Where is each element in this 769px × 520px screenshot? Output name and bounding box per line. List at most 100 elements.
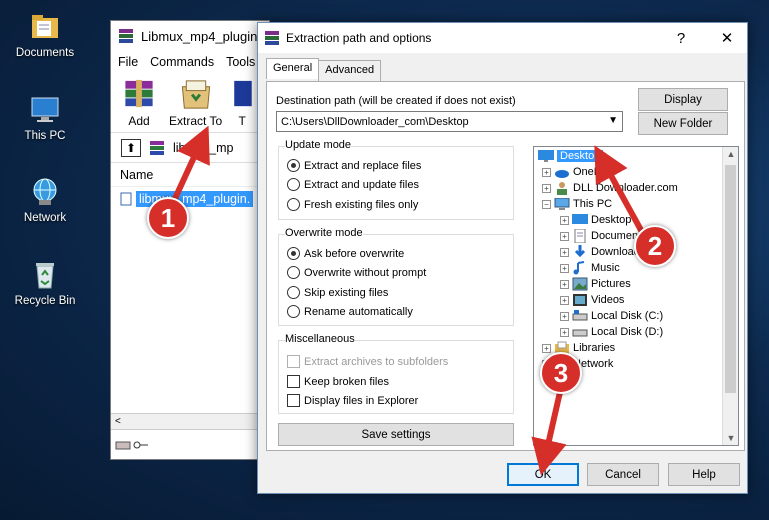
close-button[interactable]: ✕ xyxy=(707,29,747,47)
tree-item-local-disk-d[interactable]: + Local Disk (D:) xyxy=(560,324,663,340)
scroll-up-icon[interactable]: ▲ xyxy=(723,149,738,159)
tree-vertical-scrollbar[interactable]: ▲ ▼ xyxy=(722,147,738,445)
winrar-icon xyxy=(119,29,133,43)
documents-icon xyxy=(574,229,586,243)
network-icon xyxy=(33,178,57,205)
scroll-down-icon[interactable]: ▼ xyxy=(723,433,738,443)
help-question-button[interactable]: ? xyxy=(661,30,701,47)
radio-fresh-existing[interactable]: Fresh existing files only xyxy=(287,198,418,211)
expand-icon[interactable]: + xyxy=(542,183,551,193)
videos-icon xyxy=(573,294,587,306)
tree-item-onedrive[interactable]: + OneD xyxy=(542,164,602,180)
cancel-button[interactable]: Cancel xyxy=(587,463,659,486)
column-header-name[interactable]: Name xyxy=(111,163,269,187)
desktop-icon xyxy=(538,150,554,162)
help-button[interactable]: Help xyxy=(668,463,740,486)
display-button[interactable]: Display xyxy=(638,88,728,111)
update-mode-title: Update mode xyxy=(285,139,352,151)
expand-icon[interactable]: + xyxy=(542,343,551,353)
destination-label: Destination path (will be created if doe… xyxy=(276,95,516,107)
scroll-left-icon[interactable]: < xyxy=(115,416,121,427)
collapse-icon[interactable]: − xyxy=(542,199,551,209)
check-keep-broken-files[interactable]: Keep broken files xyxy=(287,375,389,388)
expand-icon[interactable]: + xyxy=(560,279,569,289)
destination-path-value: C:\Users\DllDownloader_com\Desktop xyxy=(281,115,469,128)
music-icon xyxy=(573,261,585,275)
winrar-title-bar[interactable]: Libmux_mp4_plugin xyxy=(111,21,269,51)
tab-general[interactable]: General xyxy=(266,58,320,79)
menu-tools[interactable]: Tools xyxy=(226,55,255,69)
tree-item-local-disk-c[interactable]: + Local Disk (C:) xyxy=(560,308,663,324)
dialog-title: Extraction path and options xyxy=(286,31,432,45)
tree-item-pictures[interactable]: + Pictures xyxy=(560,276,631,292)
winrar-title: Libmux_mp4_plugin xyxy=(141,28,258,44)
radio-extract-replace[interactable]: Extract and replace files xyxy=(287,159,421,172)
destination-path-combobox[interactable]: C:\Users\DllDownloader_com\Desktop ▼ xyxy=(276,111,623,132)
tree-item-this-pc[interactable]: − This PC xyxy=(542,196,612,212)
downloads-icon xyxy=(574,245,586,258)
file-row[interactable]: libmux_mp4_plugin. xyxy=(111,189,269,209)
dialog-title-bar[interactable]: Extraction path and options ? ✕ xyxy=(258,23,747,53)
test-button[interactable]: T xyxy=(232,77,252,128)
add-label: Add xyxy=(128,114,150,128)
computer-icon xyxy=(31,97,59,122)
up-arrow-icon: ⬆ xyxy=(125,140,137,155)
extract-to-button[interactable]: Extract To xyxy=(169,77,222,128)
tree-item-downloads[interactable]: + Downloads xyxy=(560,244,645,260)
drive-icon xyxy=(572,329,588,337)
expand-icon[interactable]: + xyxy=(560,247,569,257)
column-name-label: Name xyxy=(120,167,154,182)
drive-icon xyxy=(572,310,588,321)
expand-icon[interactable]: + xyxy=(560,231,569,241)
radio-extract-update[interactable]: Extract and update files xyxy=(287,178,419,191)
desktop-icon-this-pc[interactable]: This PC xyxy=(0,93,90,142)
pictures-icon xyxy=(572,277,588,291)
radio-ask-before-overwrite[interactable]: Ask before overwrite xyxy=(287,247,404,260)
tab-advanced[interactable]: Advanced xyxy=(318,60,382,81)
desktop-icon-recycle-bin[interactable]: Recycle Bin xyxy=(0,258,90,307)
desktop-icon-documents[interactable]: Documents xyxy=(0,10,90,59)
expand-icon[interactable]: + xyxy=(560,295,569,305)
tree-item-user[interactable]: + DLL Downloader.com xyxy=(542,180,678,196)
save-settings-button[interactable]: Save settings xyxy=(278,423,514,446)
desktop-icon-label: Network xyxy=(23,212,67,224)
tree-item-pc-desktop[interactable]: + Desktop xyxy=(560,212,631,228)
radio-overwrite-without-prompt[interactable]: Overwrite without prompt xyxy=(287,266,426,279)
step-1-badge: 1 xyxy=(147,197,189,239)
dialog-tabs: General Advanced xyxy=(266,58,382,81)
menu-commands[interactable]: Commands xyxy=(150,55,214,69)
radio-rename-automatically[interactable]: Rename automatically xyxy=(287,305,413,318)
tree-item-desktop[interactable]: Desktop xyxy=(538,148,604,164)
ok-button[interactable]: OK xyxy=(507,463,579,486)
user-icon xyxy=(557,182,567,195)
expand-icon[interactable]: + xyxy=(560,215,569,225)
file-icon xyxy=(120,192,132,206)
add-button[interactable]: Add xyxy=(119,77,159,128)
winrar-status-bar xyxy=(111,429,269,459)
extraction-dialog: Extraction path and options ? ✕ General … xyxy=(257,22,748,494)
up-folder-button[interactable]: ⬆ xyxy=(121,138,141,157)
tree-item-music[interactable]: + Music xyxy=(560,260,620,276)
general-tab-panel: Destination path (will be created if doe… xyxy=(266,81,745,451)
onedrive-icon xyxy=(555,170,569,178)
extract-to-label: Extract To xyxy=(169,114,223,128)
expand-icon[interactable]: + xyxy=(542,167,551,177)
desktop-icon-network[interactable]: Network xyxy=(0,175,90,224)
winrar-menu-bar: File Commands Tools xyxy=(111,51,269,73)
radio-skip-existing[interactable]: Skip existing files xyxy=(287,286,388,299)
expand-icon[interactable]: + xyxy=(560,311,569,321)
expand-icon[interactable]: + xyxy=(560,327,569,337)
test-label: T xyxy=(238,114,246,128)
chevron-down-icon[interactable]: ▼ xyxy=(608,115,618,126)
folder-tree[interactable]: Desktop + OneD + DLL Downloader.com − Th… xyxy=(533,146,739,446)
miscellaneous-title: Miscellaneous xyxy=(285,333,355,345)
current-path[interactable]: libmux_mp xyxy=(173,141,233,155)
horizontal-scrollbar[interactable]: < xyxy=(111,413,269,429)
scroll-thumb[interactable] xyxy=(725,165,736,393)
check-display-in-explorer[interactable]: Display files in Explorer xyxy=(287,394,418,407)
expand-icon[interactable]: + xyxy=(560,263,569,273)
menu-file[interactable]: File xyxy=(118,55,138,69)
drive-icon xyxy=(115,441,131,449)
tree-item-videos[interactable]: + Videos xyxy=(560,292,624,308)
new-folder-button[interactable]: New Folder xyxy=(638,112,728,135)
